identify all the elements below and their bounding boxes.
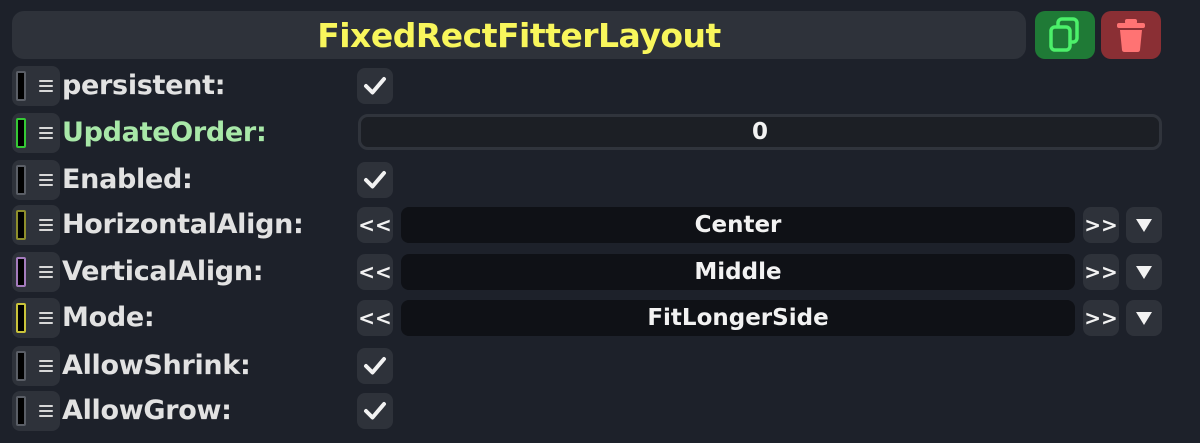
checkmark-icon (364, 171, 386, 189)
allow-grow-checkbox[interactable] (357, 393, 393, 429)
field-label-enabled: Enabled: (62, 164, 193, 195)
field-type-swatch (16, 351, 26, 381)
field-label-vertical-align: VerticalAlign: (62, 256, 264, 287)
field-row-enabled: Enabled: (0, 160, 1200, 200)
drag-handle[interactable] (12, 346, 60, 386)
drag-handle[interactable] (12, 298, 60, 338)
grip-lines-icon (39, 174, 53, 186)
field-row-mode: Mode: << FitLongerSide >> (0, 298, 1200, 338)
field-row-allow-shrink: AllowShrink: (0, 346, 1200, 386)
mode-dropdown-button[interactable] (1126, 300, 1162, 336)
grip-lines-icon (39, 312, 53, 324)
triangle-down-icon (1136, 219, 1152, 232)
delete-component-button[interactable] (1101, 11, 1161, 59)
enabled-checkbox[interactable] (357, 162, 393, 198)
mode-prev-button[interactable]: << (357, 300, 393, 336)
vertical-align-dropdown-button[interactable] (1126, 254, 1162, 290)
field-label-allow-shrink: AllowShrink: (62, 350, 251, 381)
vertical-align-prev-button[interactable]: << (357, 254, 393, 290)
grip-lines-icon (39, 266, 53, 278)
checkmark-icon (364, 77, 386, 95)
horizontal-align-value[interactable]: Center (401, 207, 1075, 243)
grip-lines-icon (39, 405, 53, 417)
trash-icon (1117, 19, 1145, 52)
field-row-persistent: persistent: (0, 66, 1200, 106)
field-row-horizontal-align: HorizontalAlign: << Center >> (0, 205, 1200, 245)
vertical-align-next-button[interactable]: >> (1083, 254, 1119, 290)
field-type-swatch (16, 303, 26, 333)
checkmark-icon (364, 357, 386, 375)
horizontal-align-next-button[interactable]: >> (1083, 207, 1119, 243)
field-type-swatch (16, 396, 26, 426)
field-row-update-order: UpdateOrder: 0 (0, 113, 1200, 153)
field-type-swatch (16, 165, 26, 195)
drag-handle[interactable] (12, 252, 60, 292)
field-row-vertical-align: VerticalAlign: << Middle >> (0, 252, 1200, 292)
drag-handle[interactable] (12, 113, 60, 153)
grip-lines-icon (39, 80, 53, 92)
horizontal-align-prev-button[interactable]: << (357, 207, 393, 243)
checkmark-icon (364, 402, 386, 420)
field-label-persistent: persistent: (62, 70, 226, 101)
persistent-checkbox[interactable] (357, 68, 393, 104)
grip-lines-icon (39, 219, 53, 231)
allow-shrink-checkbox[interactable] (357, 348, 393, 384)
field-type-swatch (16, 210, 26, 240)
field-label-update-order: UpdateOrder: (62, 117, 267, 148)
triangle-down-icon (1136, 266, 1152, 279)
duplicate-component-button[interactable] (1035, 11, 1095, 59)
component-title: FixedRectFitterLayout (12, 11, 1026, 59)
field-type-swatch (16, 71, 26, 101)
field-row-allow-grow: AllowGrow: (0, 391, 1200, 431)
mode-next-button[interactable]: >> (1083, 300, 1119, 336)
copy-icon (1049, 17, 1079, 52)
field-label-horizontal-align: HorizontalAlign: (62, 209, 304, 240)
drag-handle[interactable] (12, 391, 60, 431)
vertical-align-value[interactable]: Middle (401, 254, 1075, 290)
field-label-allow-grow: AllowGrow: (62, 395, 232, 426)
update-order-input[interactable]: 0 (358, 114, 1162, 150)
drag-handle[interactable] (12, 160, 60, 200)
horizontal-align-dropdown-button[interactable] (1126, 207, 1162, 243)
drag-handle[interactable] (12, 66, 60, 106)
drag-handle[interactable] (12, 205, 60, 245)
grip-lines-icon (39, 360, 53, 372)
mode-value[interactable]: FitLongerSide (401, 300, 1075, 336)
field-type-swatch (16, 118, 26, 148)
triangle-down-icon (1136, 312, 1152, 325)
field-label-mode: Mode: (62, 302, 155, 333)
grip-lines-icon (39, 127, 53, 139)
component-inspector-panel: FixedRectFitterLayout persistent: Update… (0, 0, 1200, 443)
field-type-swatch (16, 257, 26, 287)
